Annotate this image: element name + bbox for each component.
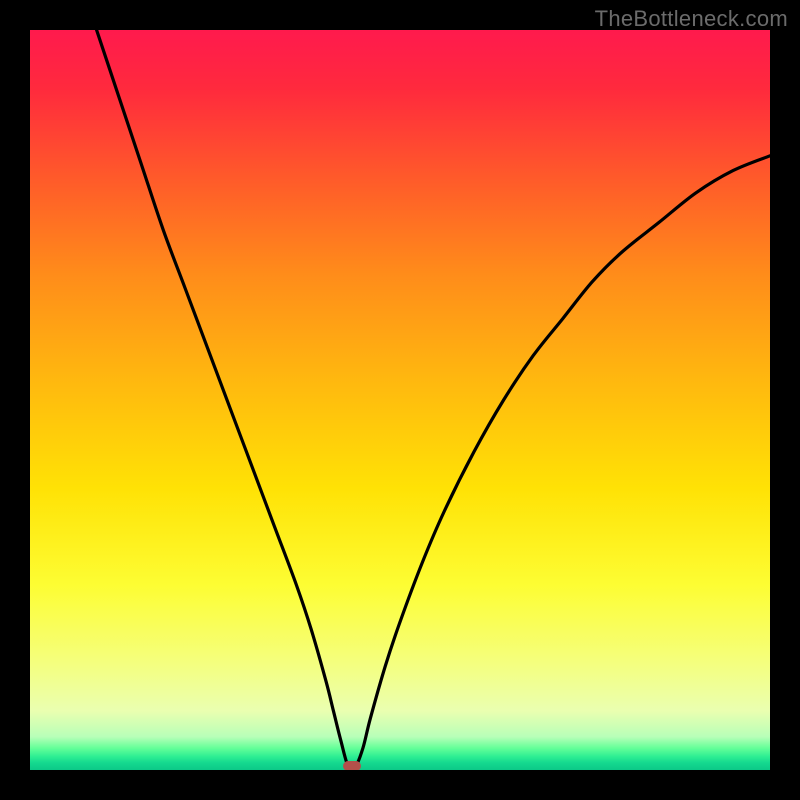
bottleneck-curve — [30, 30, 770, 770]
plot-area — [30, 30, 770, 770]
watermark-text: TheBottleneck.com — [595, 6, 788, 32]
chart-frame: TheBottleneck.com — [0, 0, 800, 800]
minimum-marker — [343, 761, 361, 770]
curve-path — [97, 30, 770, 769]
